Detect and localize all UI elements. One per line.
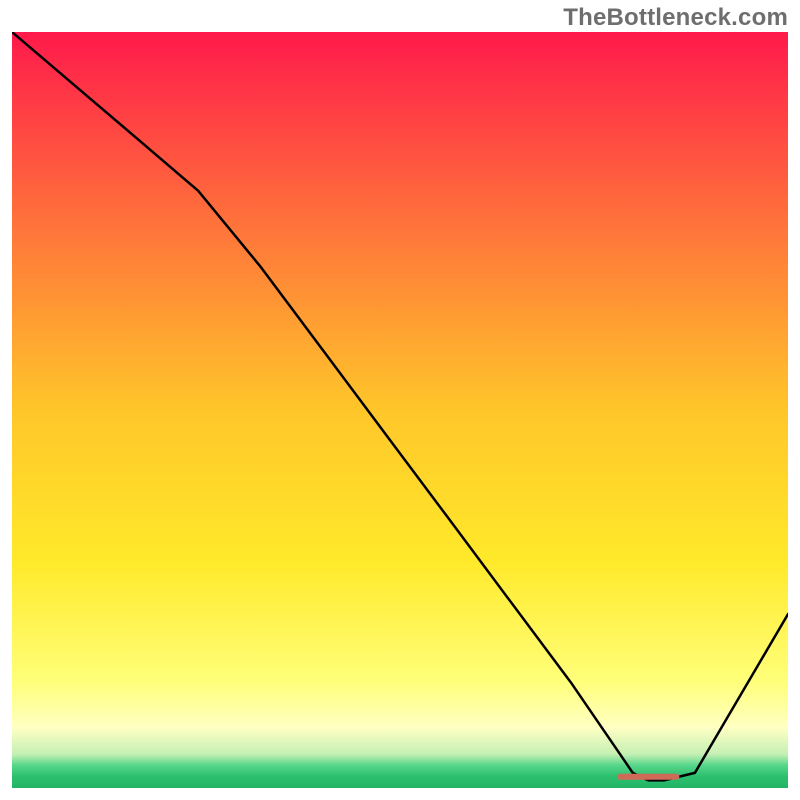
watermark-text: TheBottleneck.com — [563, 4, 788, 32]
chart-stage: TheBottleneck.com — [0, 0, 800, 800]
chart-plot-area — [12, 32, 788, 788]
chart-background — [12, 32, 788, 788]
optimal-range-marker — [617, 774, 679, 780]
chart-svg — [12, 32, 788, 788]
